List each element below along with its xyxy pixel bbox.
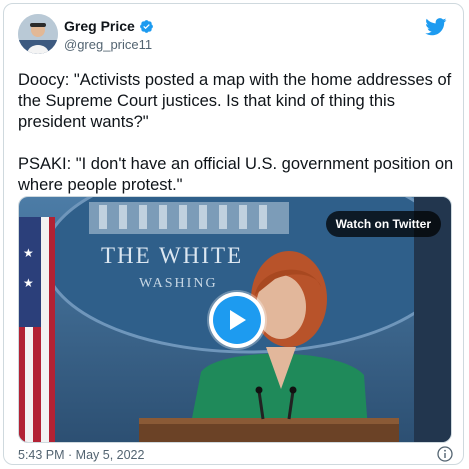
tweet-header: Greg Price @greg_price11 <box>18 14 453 56</box>
play-button-inner <box>213 296 261 344</box>
svg-text:★: ★ <box>23 246 34 260</box>
svg-text:★: ★ <box>23 276 34 290</box>
author-display-name[interactable]: Greg Price <box>64 18 135 34</box>
american-flag: ★ ★ <box>19 217 55 442</box>
video-player[interactable]: THE WHITE WASHING ★ ★ Watch on Twitter <box>18 196 452 443</box>
author-handle[interactable]: @greg_price11 <box>64 37 152 52</box>
play-button[interactable] <box>209 292 265 348</box>
backdrop-text: THE WHITE <box>101 243 243 268</box>
author-name-row[interactable]: Greg Price <box>64 18 154 34</box>
tweet-text: Doocy: "Activists posted a map with the … <box>18 70 454 217</box>
tweet-card[interactable]: Greg Price @greg_price11 Doocy: "Activis… <box>3 3 464 465</box>
tweet-paragraph: Doocy: "Activists posted a map with the … <box>18 71 452 131</box>
backdrop-subtext: WASHING <box>139 276 218 291</box>
watch-on-twitter-button[interactable]: Watch on Twitter <box>325 211 441 237</box>
info-icon[interactable] <box>437 446 453 462</box>
tweet-timestamp[interactable]: 5:43 PM · May 5, 2022 <box>18 448 144 462</box>
tweet-paragraph: PSAKI: "I don't have an official U.S. go… <box>18 155 454 194</box>
avatar[interactable] <box>18 14 58 54</box>
twitter-bird-icon[interactable] <box>425 18 447 36</box>
play-icon <box>230 310 246 330</box>
verified-badge-icon <box>139 19 153 33</box>
